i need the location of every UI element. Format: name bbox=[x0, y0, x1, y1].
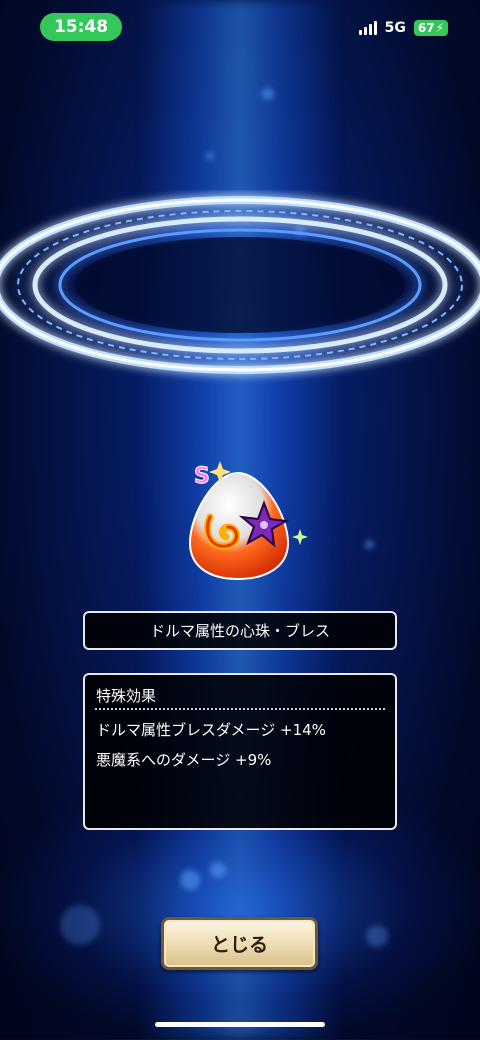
magic-circle bbox=[0, 190, 480, 390]
battery-icon: 67 ⚡ bbox=[413, 20, 448, 36]
effect-line: ドルマ属性ブレスダメージ +14% bbox=[96, 721, 326, 739]
light-orb bbox=[366, 925, 388, 947]
charging-icon: ⚡ bbox=[435, 21, 444, 35]
light-orb bbox=[206, 152, 214, 160]
close-button-label: とじる bbox=[210, 934, 268, 956]
special-effects-panel: 特殊効果 ドルマ属性ブレスダメージ +14% 悪魔系へのダメージ +9% bbox=[83, 673, 397, 830]
status-time: 15:48 bbox=[40, 13, 122, 41]
light-orb bbox=[180, 870, 200, 890]
network-type: 5G bbox=[384, 20, 406, 36]
light-orb bbox=[60, 905, 100, 945]
light-orb bbox=[210, 862, 226, 878]
effect-line: 悪魔系へのダメージ +9% bbox=[96, 751, 272, 769]
home-indicator[interactable] bbox=[155, 1022, 325, 1027]
signal-icon bbox=[358, 21, 377, 35]
svg-text:S: S bbox=[194, 464, 210, 489]
light-orb bbox=[365, 540, 374, 549]
battery-level: 67 bbox=[417, 21, 435, 35]
close-button[interactable]: とじる bbox=[161, 917, 318, 970]
light-orb bbox=[262, 88, 274, 100]
item-name-panel: ドルマ属性の心珠・ブレス bbox=[83, 611, 397, 650]
dotted-divider bbox=[95, 708, 385, 710]
item-name: ドルマ属性の心珠・ブレス bbox=[149, 622, 330, 640]
effects-heading: 特殊効果 bbox=[96, 687, 157, 705]
orb-item: S bbox=[180, 455, 310, 595]
sparkle-icon bbox=[292, 529, 308, 545]
status-indicators: 5G 67 ⚡ bbox=[358, 20, 448, 36]
